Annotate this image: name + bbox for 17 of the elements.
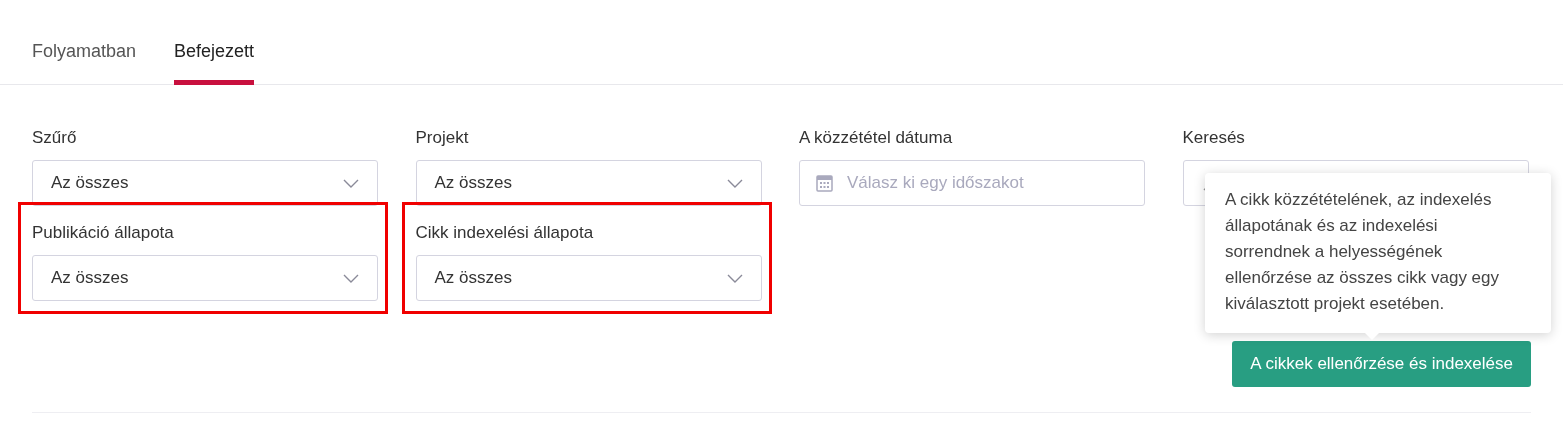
chevron-down-icon	[726, 178, 743, 188]
chevron-down-icon	[343, 273, 359, 283]
chevron-down-icon	[343, 178, 359, 188]
dropdown[interactable]: Az összes	[32, 160, 378, 206]
calendar-icon	[816, 174, 833, 192]
tab[interactable]: Befejezett	[174, 0, 255, 85]
field-label: Publikáció állapota	[32, 222, 175, 244]
field-label: Keresés	[1182, 127, 1246, 149]
chevron-down-icon	[726, 273, 743, 283]
dropdown[interactable]: Az összes	[32, 255, 378, 301]
field-label: Projekt	[415, 127, 470, 149]
field-label: Szűrő	[32, 127, 78, 149]
field-label: Cikk indexelési állapota	[415, 222, 595, 244]
dropdown[interactable]: Az összes	[415, 255, 762, 301]
field-label: A közzététel dátuma	[799, 127, 954, 149]
tab[interactable]: Folyamatban	[32, 0, 137, 85]
dropdown[interactable]: Az összes	[415, 160, 762, 206]
